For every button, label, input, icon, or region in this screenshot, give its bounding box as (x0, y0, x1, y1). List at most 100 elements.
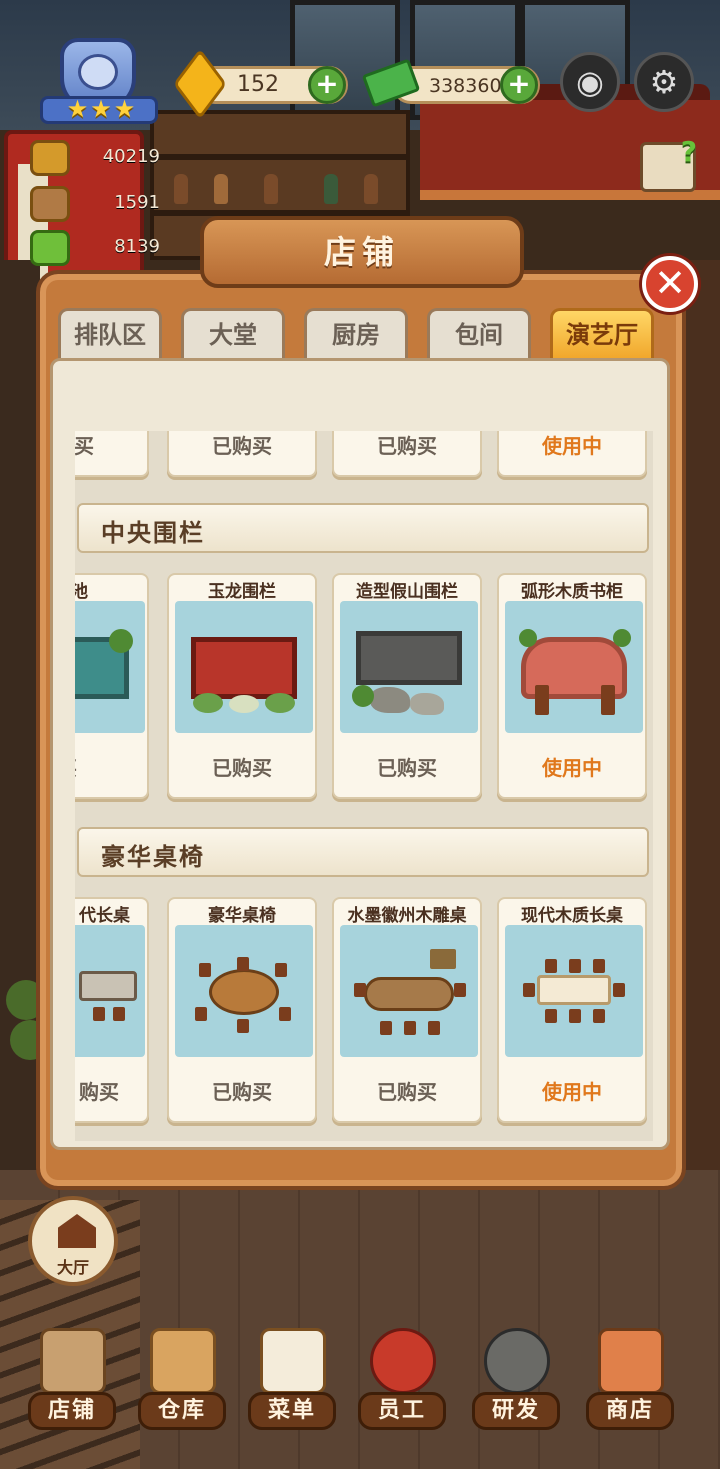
item-card[interactable]: 弧形木质书柜 使用中 (497, 573, 647, 799)
panel-title: 店铺 (323, 233, 400, 271)
camera-button[interactable]: ◉ (560, 52, 620, 112)
item-status: 购买 (79, 1080, 119, 1104)
wok-icon (484, 1328, 550, 1394)
tab-label: 演艺厅 (566, 321, 638, 349)
item-card[interactable]: 使用中 (497, 431, 647, 477)
item-status: 已购买 (377, 1080, 437, 1104)
cloche-icon (30, 186, 70, 222)
item-status: 已购买 (377, 756, 437, 780)
item-name: 豪华桌椅 (208, 906, 276, 926)
shop-house-icon (40, 1328, 106, 1394)
item-card[interactable]: 现代木质长桌 使用中 (497, 897, 647, 1123)
nav-label: 店铺 (28, 1392, 116, 1430)
store-icon (598, 1328, 664, 1394)
item-status: 购买 (75, 752, 77, 781)
chef-girl-icon (370, 1328, 436, 1394)
item-status: 使用中 (542, 1080, 602, 1104)
item-thumbnail (505, 925, 643, 1057)
nav-shop-setup[interactable]: 店铺 (22, 1320, 122, 1432)
section-header: 豪华桌椅 (77, 827, 649, 877)
clipboard-icon (260, 1328, 326, 1394)
question-icon: ? (680, 135, 697, 168)
nav-label: 菜单 (248, 1392, 336, 1430)
nav-label: 仓库 (138, 1392, 226, 1430)
nav-research[interactable]: 研发 (466, 1320, 566, 1432)
item-card[interactable]: 豪华桌椅 已购买 (167, 897, 317, 1123)
rank-stars: ★★★ (66, 95, 138, 123)
item-card[interactable]: 绕鱼池 购买 (75, 573, 149, 799)
item-card[interactable]: 代长桌 购买 (75, 897, 149, 1123)
item-thumbnail (175, 601, 313, 733)
tab-label: 排队区 (74, 321, 146, 349)
item-card[interactable]: 已购买 (167, 431, 317, 477)
tab-kitchen[interactable]: 厨房 (304, 308, 408, 360)
help-book-button[interactable]: ? (640, 135, 697, 192)
nav-label: 员工 (358, 1392, 446, 1430)
item-status: 已购买 (377, 434, 437, 458)
item-thumbnail (340, 925, 478, 1057)
stat-value: 1591 (114, 192, 160, 213)
item-status: 使用中 (542, 756, 602, 780)
item-list[interactable]: 购买 已购买 已购买 使用中 中央围栏 绕鱼池 购买 玉龙围栏 (50, 358, 670, 1150)
item-thumbnail (175, 925, 313, 1057)
tab-lobby[interactable]: 大堂 (181, 308, 285, 360)
item-status: 已购买 (212, 1080, 272, 1104)
section-header: 中央围栏 (77, 503, 649, 553)
settings-button[interactable]: ⚙ (634, 52, 694, 112)
item-name: 水墨徽州木雕桌 (347, 906, 467, 926)
hall-label: 大厅 (56, 1258, 89, 1277)
item-card[interactable]: 已购买 (332, 431, 482, 477)
item-card[interactable]: 购买 (75, 431, 149, 477)
section-title: 豪华桌椅 (101, 843, 205, 871)
stat-popularity: 40219 (30, 140, 160, 176)
stat-service: 1591 (30, 186, 160, 222)
item-thumbnail (75, 925, 145, 1057)
item-scroll-area[interactable]: 购买 已购买 已购买 使用中 中央围栏 绕鱼池 购买 玉龙围栏 (75, 431, 653, 1141)
hat-icon (30, 140, 70, 176)
item-status: 购买 (75, 434, 94, 458)
item-name: 代长桌 (79, 906, 130, 926)
add-gems-button[interactable]: + (308, 66, 346, 104)
close-icon: ✕ (654, 261, 686, 305)
item-card[interactable]: 造型假山围栏 已购买 (332, 573, 482, 799)
nav-warehouse[interactable]: 仓库 (132, 1320, 232, 1432)
item-name: 现代木质长桌 (521, 906, 623, 926)
item-name: 弧形木质书柜 (521, 582, 623, 602)
hall-button[interactable]: 大厅 (28, 1196, 118, 1286)
right-wall (684, 260, 720, 1200)
tab-theater[interactable]: 演艺厅 (550, 308, 654, 360)
stat-menu: 8139 (30, 230, 160, 266)
section-title: 中央围栏 (101, 519, 205, 547)
item-name: 玉龙围栏 (208, 582, 276, 602)
gem-count: 152 (237, 72, 279, 97)
item-name: 绕鱼池 (75, 577, 88, 602)
rank-badge[interactable]: ★★★ (40, 38, 158, 130)
panel-title-plate: 店铺 (200, 216, 524, 288)
tab-queue[interactable]: 排队区 (58, 308, 162, 360)
item-thumbnail (75, 601, 145, 733)
hall-house-icon (58, 1214, 96, 1248)
nav-label: 商店 (586, 1392, 674, 1430)
camera-icon: ◉ (576, 63, 604, 101)
nav-staff[interactable]: 员工 (352, 1320, 452, 1432)
stat-value: 8139 (114, 236, 160, 257)
gear-icon: ⚙ (649, 63, 679, 101)
tab-private-room[interactable]: 包间 (427, 308, 531, 360)
nav-label: 研发 (472, 1392, 560, 1430)
close-button[interactable]: ✕ (642, 256, 698, 312)
nav-store[interactable]: 商店 (580, 1320, 680, 1432)
tab-label: 大堂 (209, 321, 257, 349)
tab-label: 包间 (455, 321, 503, 349)
item-thumbnail (340, 601, 478, 733)
item-card[interactable]: 玉龙围栏 已购买 (167, 573, 317, 799)
boxes-icon (150, 1328, 216, 1394)
add-cash-button[interactable]: + (500, 66, 538, 104)
tab-label: 厨房 (332, 321, 380, 349)
stat-value: 40219 (102, 146, 160, 167)
item-name: 造型假山围栏 (356, 582, 458, 602)
nav-menu[interactable]: 菜单 (242, 1320, 342, 1432)
menu-book-icon (30, 230, 70, 266)
item-status: 使用中 (542, 434, 602, 458)
item-card[interactable]: 水墨徽州木雕桌 已购买 (332, 897, 482, 1123)
item-status: 已购买 (212, 756, 272, 780)
